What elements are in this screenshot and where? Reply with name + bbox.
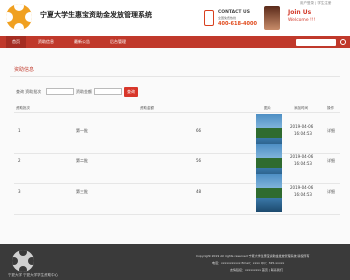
divider bbox=[10, 76, 340, 77]
row-time: 16:04:53 bbox=[294, 161, 312, 166]
section-title: 资助信息 bbox=[14, 67, 35, 73]
nav-search-input[interactable] bbox=[296, 39, 336, 46]
nav-item-home[interactable]: 首页 bbox=[6, 36, 26, 48]
avatar bbox=[264, 6, 280, 30]
nav-item-admin[interactable]: 后台管理 bbox=[104, 36, 132, 48]
main-nav: 首页 资助信息 最新公告 后台管理 bbox=[0, 36, 350, 48]
contact-label: CONTACT US bbox=[218, 10, 250, 15]
header: 宁夏大学生惠宝资助金发放管理系统 用户登录 | 学生注册 CONTACT US … bbox=[0, 0, 350, 36]
welcome-text: Welcome !!! bbox=[288, 18, 316, 23]
row-date: 2019-04-06 bbox=[290, 154, 314, 159]
row-batch: 第三批 bbox=[76, 189, 88, 194]
search-icon[interactable] bbox=[340, 39, 346, 45]
detail-link[interactable]: 详细 bbox=[327, 158, 335, 164]
amount-input[interactable] bbox=[94, 88, 122, 95]
footer-school-name: 宁夏大学 宁夏大学学生资助中心 bbox=[8, 273, 59, 277]
row-amount: 66 bbox=[196, 128, 202, 133]
join-us-text: Join Us bbox=[288, 9, 312, 16]
detail-link[interactable]: 详细 bbox=[327, 128, 335, 134]
search-button[interactable]: 查询 bbox=[124, 87, 138, 97]
row-amount: 56 bbox=[196, 158, 202, 163]
contact-subtitle: 全国免费热线 bbox=[218, 16, 237, 20]
contact-block: CONTACT US 全国免费热线 400-618-4000 bbox=[204, 8, 257, 30]
nav-item-funding-info[interactable]: 资助信息 bbox=[32, 36, 60, 48]
footer-logo-icon bbox=[12, 250, 34, 272]
table-divider bbox=[14, 183, 340, 184]
detail-link[interactable]: 详细 bbox=[327, 189, 335, 195]
column-header-time: 添加时间 bbox=[294, 106, 308, 110]
footer: 宁夏大学 宁夏大学学生资助中心 Copyright 2019 All right… bbox=[0, 244, 350, 280]
table-divider bbox=[14, 112, 340, 113]
row-index: 2 bbox=[18, 158, 21, 163]
row-thumbnail[interactable] bbox=[256, 174, 282, 212]
row-time: 16:04:53 bbox=[294, 192, 312, 197]
logo-icon[interactable] bbox=[6, 4, 32, 30]
phone-icon bbox=[204, 10, 214, 26]
column-header-actions: 操作 bbox=[327, 106, 334, 110]
row-batch: 第一批 bbox=[76, 128, 88, 133]
row-amount: 48 bbox=[196, 189, 202, 194]
footer-contact: 电话：xxxxxxxxxxx Email：xxxx QQ：325-xxxxx bbox=[212, 261, 285, 265]
row-index: 3 bbox=[18, 189, 21, 194]
batch-input[interactable] bbox=[46, 88, 74, 95]
phone-number: 400-618-4000 bbox=[218, 21, 257, 27]
top-links[interactable]: 用户登录 | 学生注册 bbox=[300, 1, 331, 6]
row-date: 2019-04-06 bbox=[290, 185, 314, 190]
site-title: 宁夏大学生惠宝资助金发放管理系统 bbox=[40, 10, 152, 19]
column-header-image: 图片 bbox=[264, 106, 271, 110]
main-content: 资助信息 查询 资助批次 资助金额 查询 资助批次 资助金额 图片 添加时间 操… bbox=[0, 48, 350, 244]
footer-links[interactable]: 友情链接：xxxxxxxxx 首页 | 联系我们 bbox=[230, 268, 283, 272]
column-header-batch: 资助批次 bbox=[16, 106, 30, 110]
filter-amount-label: 资助金额 bbox=[76, 89, 92, 94]
filter-batch-label: 查询 资助批次 bbox=[16, 89, 42, 94]
table-divider bbox=[14, 214, 340, 215]
row-batch: 第二批 bbox=[76, 158, 88, 163]
column-header-amount: 资助金额 bbox=[140, 106, 154, 110]
footer-copyright: Copyright 2019 All rights reserved 宁夏大学生… bbox=[196, 254, 310, 258]
row-date: 2019-04-06 bbox=[290, 124, 314, 129]
nav-item-announcements[interactable]: 最新公告 bbox=[68, 36, 96, 48]
row-time: 16:04:53 bbox=[294, 131, 312, 136]
row-index: 1 bbox=[18, 128, 21, 133]
